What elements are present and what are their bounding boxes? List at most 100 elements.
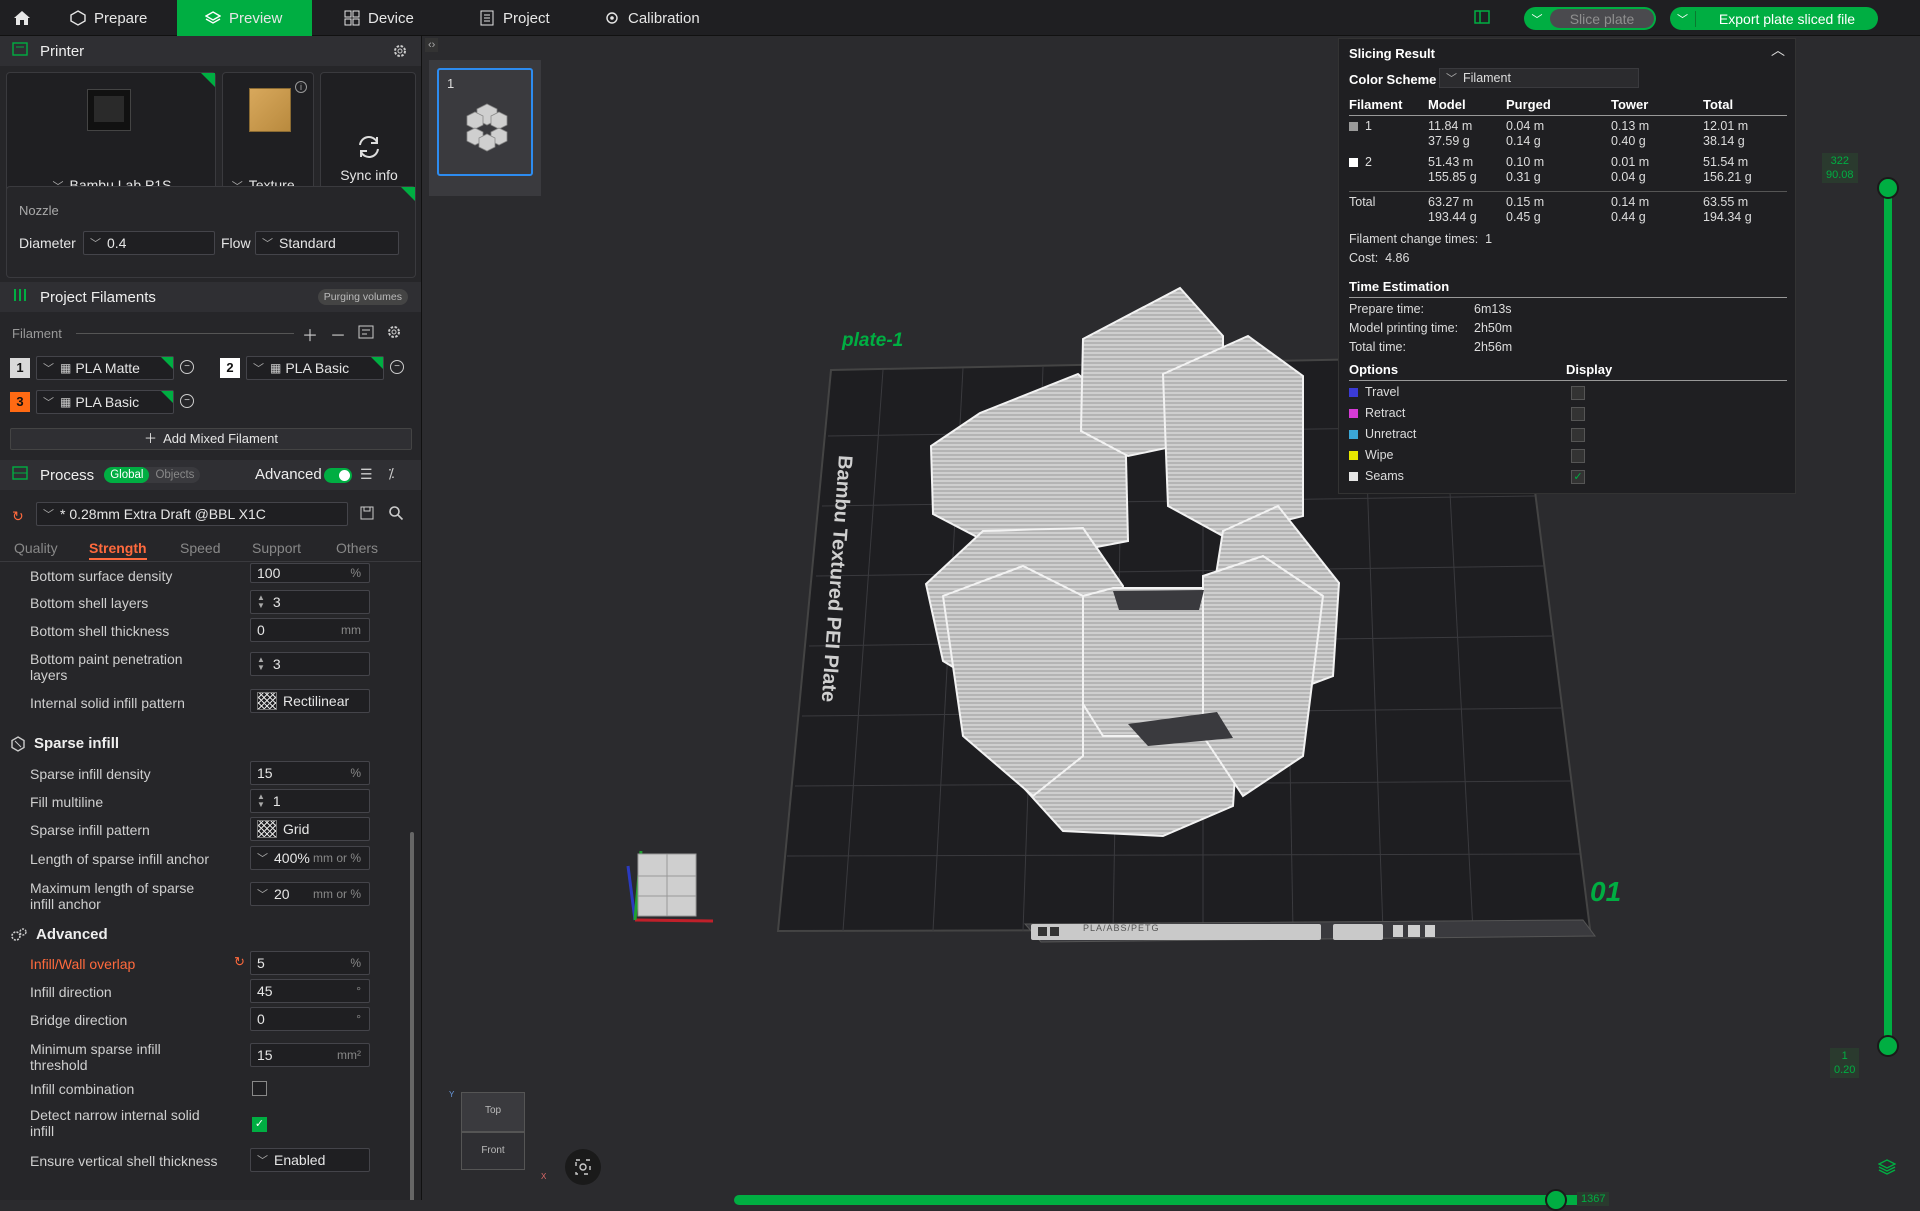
setting-input[interactable]: 45 ° — [250, 979, 370, 1003]
setting-pattern-select[interactable]: Grid — [250, 817, 370, 841]
compare-icon[interactable]: ⁒ — [388, 465, 394, 482]
setting-pattern-select[interactable]: Rectilinear — [250, 689, 370, 713]
gear-icon[interactable] — [392, 43, 408, 63]
wipe-display-checkbox[interactable] — [1571, 449, 1585, 463]
filament-number-badge[interactable]: 3 — [10, 392, 30, 412]
add-filament-icon[interactable]: ＋ — [302, 322, 318, 346]
view-cube-front[interactable]: Front — [461, 1132, 525, 1170]
setting-input[interactable]: 100% — [250, 563, 370, 583]
remove-filament-icon[interactable]: － — [330, 322, 346, 346]
filament-number-badge[interactable]: 2 — [220, 358, 240, 378]
plate-strip-badge — [1333, 924, 1383, 940]
tab-support[interactable]: Support — [252, 540, 301, 556]
setting-combo[interactable]: ﹀ 20 mm or % — [250, 882, 370, 906]
objects-option[interactable]: Objects — [149, 467, 200, 483]
stepper-arrows-icon[interactable]: ▲ ▼ — [257, 793, 265, 809]
layout-icon[interactable] — [1474, 9, 1490, 25]
layer-slider-track[interactable] — [1884, 186, 1892, 1046]
export-plate-button[interactable]: ﹀ Export plate sliced file — [1670, 7, 1878, 30]
sparse-infill-group: Sparse infill — [10, 735, 119, 752]
tab-project[interactable]: Project — [479, 0, 589, 36]
layer-slider-top-handle[interactable] — [1877, 177, 1899, 199]
list-icon[interactable]: ☰ — [360, 466, 373, 483]
selected-indicator — [201, 73, 215, 87]
filament-select[interactable]: ﹀ ▦ PLA Basic — [36, 390, 174, 414]
add-mixed-filament-button[interactable]: ＋ Add Mixed Filament — [10, 428, 412, 450]
moves-slider-handle[interactable] — [1545, 1189, 1567, 1211]
slice-plate-button[interactable]: ﹀ Slice plate — [1524, 7, 1656, 30]
infill-combination-checkbox[interactable] — [252, 1081, 267, 1096]
stepper-arrows-icon[interactable]: ▲ ▼ — [257, 594, 265, 610]
tab-strength[interactable]: Strength — [89, 540, 147, 560]
setting-combo[interactable]: ﹀ 400% mm or % — [250, 846, 370, 870]
stepper-arrows-icon[interactable]: ▲ ▼ — [257, 656, 265, 672]
view-cube[interactable]: Top Front — [461, 1092, 525, 1172]
filament-select[interactable]: ﹀ ▦ PLA Matte — [36, 356, 174, 380]
setting-stepper[interactable]: ▲ ▼ 1 — [250, 789, 370, 813]
printer-card[interactable]: ﹀Bambu Lab P1S — [6, 72, 216, 204]
seams-display-checkbox[interactable]: ✓ — [1571, 470, 1585, 484]
camera-reset-button[interactable] — [565, 1149, 601, 1185]
layers-icon[interactable] — [1877, 1158, 1897, 1179]
process-preset-select[interactable]: ﹀ * 0.28mm Extra Draft @BBL X1C — [36, 502, 348, 526]
tab-speed[interactable]: Speed — [180, 540, 220, 556]
filament-number-badge[interactable]: 1 — [10, 358, 30, 378]
home-icon[interactable] — [8, 0, 36, 36]
settings-scroll-area[interactable]: Bottom surface density 100% Bottom shell… — [0, 563, 421, 1200]
diameter-label: Diameter — [19, 235, 76, 251]
search-icon[interactable] — [388, 505, 404, 524]
setting-stepper[interactable]: ▲ ▼ 3 — [250, 590, 370, 614]
setting-unit: mm² — [337, 1048, 361, 1062]
tab-others[interactable]: Others — [336, 540, 378, 556]
tab-quality[interactable]: Quality — [14, 540, 58, 556]
setting-input[interactable]: 0 ° — [250, 1007, 370, 1031]
remove-circle-icon[interactable]: − — [180, 360, 194, 374]
setting-combo[interactable]: ﹀ Enabled — [250, 1148, 370, 1172]
collapse-chevron-up-icon[interactable]: ︿ — [1771, 43, 1785, 58]
global-option[interactable]: Global — [104, 467, 150, 483]
setting-input[interactable]: 15 mm² — [250, 1043, 370, 1067]
setting-unit: ° — [356, 1012, 361, 1026]
sync-info-button[interactable]: Sync info — [320, 72, 416, 204]
moves-slider-track[interactable] — [734, 1195, 1602, 1205]
plate-name-label[interactable]: plate-1 — [842, 330, 903, 352]
model-length: 11.84 m — [1428, 119, 1473, 133]
setting-input[interactable]: 0 mm — [250, 618, 370, 642]
view-cube-top[interactable]: Top — [461, 1092, 525, 1132]
flow-select[interactable]: ﹀ Standard — [255, 231, 399, 255]
filament-select[interactable]: ﹀ ▦ PLA Basic — [246, 356, 384, 380]
tab-prepare[interactable]: Prepare — [56, 0, 176, 36]
advanced-toggle[interactable] — [324, 468, 352, 483]
unretract-display-checkbox[interactable] — [1571, 428, 1585, 442]
slicing-result-panel: Slicing Result ︿ Color Scheme ﹀ Filament … — [1338, 38, 1796, 494]
retract-display-checkbox[interactable] — [1571, 407, 1585, 421]
diameter-select[interactable]: ﹀ 0.4 — [83, 231, 215, 255]
save-icon[interactable] — [360, 506, 374, 523]
plate-card[interactable]: i ﹀Texture... — [222, 72, 314, 204]
remove-circle-icon[interactable]: − — [180, 394, 194, 408]
tab-preview[interactable]: Preview — [177, 0, 312, 36]
travel-display-checkbox[interactable] — [1571, 386, 1585, 400]
purging-volumes-button[interactable]: Purging volumes — [317, 289, 408, 305]
scope-toggle[interactable]: Global Objects — [104, 467, 201, 483]
detect-narrow-checkbox[interactable]: ✓ — [252, 1117, 267, 1132]
total-length: 63.55 m — [1703, 195, 1749, 209]
sync-filament-icon[interactable] — [358, 325, 374, 342]
col-header-filament: Filament — [1349, 97, 1403, 112]
gear-icon[interactable] — [386, 324, 402, 343]
setting-stepper[interactable]: ▲ ▼ 3 — [250, 652, 370, 676]
setting-input[interactable]: 15% — [250, 761, 370, 785]
color-scheme-select[interactable]: ﹀ Filament — [1439, 68, 1639, 88]
tab-calibration[interactable]: Calibration — [604, 0, 734, 36]
reset-icon[interactable]: ↻ — [234, 954, 245, 970]
reset-icon[interactable]: ↻ — [12, 508, 24, 525]
remove-circle-icon[interactable]: − — [390, 360, 404, 374]
info-icon[interactable]: i — [295, 81, 307, 93]
setting-input[interactable]: 5% — [250, 951, 370, 975]
unretract-swatch — [1349, 430, 1358, 440]
filament-name: 1 — [1365, 119, 1372, 133]
tab-device[interactable]: Device — [344, 0, 454, 36]
scrollbar[interactable] — [410, 832, 414, 1200]
setting-value: 1 — [272, 793, 281, 809]
layer-slider-bottom-handle[interactable] — [1877, 1035, 1899, 1057]
